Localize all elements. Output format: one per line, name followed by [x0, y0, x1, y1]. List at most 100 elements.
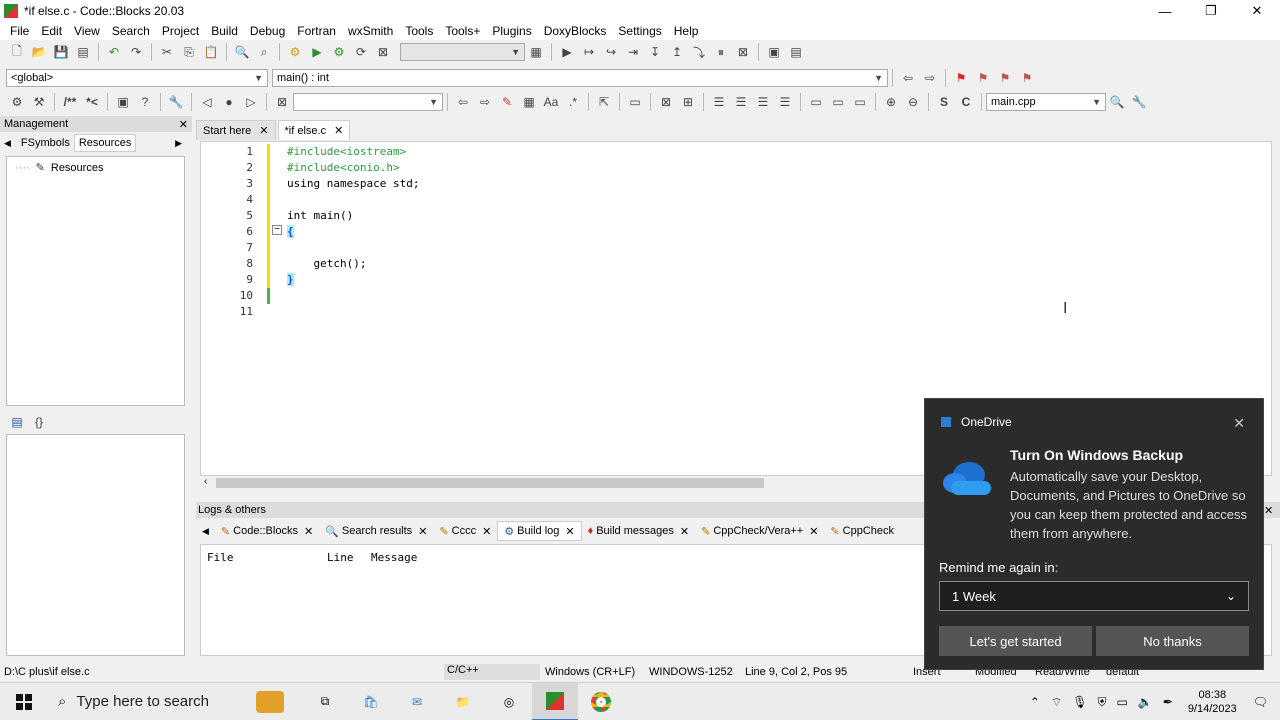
task-view-button[interactable]: ⧉	[302, 683, 348, 720]
defender-icon[interactable]: ⛨	[1097, 695, 1106, 710]
fold-marker-icon[interactable]: −	[272, 225, 282, 235]
tab-codeblocks-log[interactable]: ✎ Code::Blocks ✕	[215, 521, 319, 541]
menu-file[interactable]: File	[4, 24, 35, 38]
menu-help[interactable]: Help	[668, 24, 705, 38]
menu-doxyblocks[interactable]: DoxyBlocks	[538, 24, 613, 38]
symbols-pane[interactable]	[6, 434, 185, 656]
pause-icon[interactable]: ⏸	[712, 43, 730, 61]
tab-close-icon[interactable]: ✕	[334, 124, 343, 137]
stop-debug-icon[interactable]: ⊠	[734, 43, 752, 61]
battery-icon[interactable]: ▭	[1116, 695, 1127, 709]
notification-center-icon[interactable]: 🗨	[1253, 695, 1268, 709]
prev-bookmark-nav-icon[interactable]: ◁	[198, 93, 216, 111]
taskbar-search-box[interactable]: ⌕ Type here to search	[48, 683, 238, 720]
explorer-app[interactable]: 📁	[440, 683, 486, 720]
layout1-icon[interactable]: ☰	[710, 93, 728, 111]
jump-forward-icon[interactable]: ⇨	[921, 69, 939, 87]
doxy-wizard-icon[interactable]: ⚙	[8, 93, 26, 111]
close-window-button[interactable]: ✕	[1234, 0, 1280, 22]
jump-back-icon[interactable]: ⇦	[899, 69, 917, 87]
tab-resources[interactable]: Resources	[73, 134, 137, 152]
tree-item-resources[interactable]: ···· ✎ Resources	[7, 157, 184, 178]
scope-combo[interactable]: <global> ▼	[6, 69, 268, 87]
debug-windows-icon[interactable]: ▣	[765, 43, 783, 61]
tab-if-else-c[interactable]: *if else.c ✕	[277, 120, 351, 140]
block-comment-icon[interactable]: /**	[61, 93, 79, 111]
menu-tools-plus[interactable]: Tools+	[439, 24, 486, 38]
tab-close-icon[interactable]: ✕	[259, 124, 268, 137]
toggle-bookmark-icon[interactable]: ⚑	[952, 69, 970, 87]
no-thanks-button[interactable]: No thanks	[1096, 626, 1249, 656]
next-line-icon[interactable]: ↪	[602, 43, 620, 61]
info-icon[interactable]: ▤	[787, 43, 805, 61]
store-app[interactable]: 🛍	[348, 683, 394, 720]
prev-bookmark-icon[interactable]: ⚑	[974, 69, 992, 87]
doxy-extract-icon[interactable]: ⚒	[30, 93, 48, 111]
menu-build[interactable]: Build	[205, 24, 244, 38]
search-prev-icon[interactable]: ⇦	[454, 93, 472, 111]
menu-tools[interactable]: Tools	[399, 24, 439, 38]
remind-dropdown[interactable]: 1 Week ⌄	[939, 581, 1249, 611]
menu-edit[interactable]: Edit	[35, 24, 68, 38]
open-icon[interactable]: 📂	[30, 43, 48, 61]
html-icon[interactable]: ▣	[114, 93, 132, 111]
shape1-icon[interactable]: ▭	[807, 93, 825, 111]
run-to-cursor-icon[interactable]: ↦	[580, 43, 598, 61]
tab-search-results[interactable]: 🔍 Search results ✕	[319, 521, 433, 541]
layout2-icon[interactable]: ☰	[732, 93, 750, 111]
start-button[interactable]	[0, 683, 48, 720]
resources-tree[interactable]: ···· ✎ Resources	[6, 156, 185, 406]
mail-app[interactable]: ✉	[394, 683, 440, 720]
menu-search[interactable]: Search	[106, 24, 156, 38]
find-icon[interactable]: 🔍	[233, 43, 251, 61]
volume-icon[interactable]: 🔈	[1138, 695, 1153, 709]
shape3-icon[interactable]: ▭	[851, 93, 869, 111]
save-all-icon[interactable]: ▤	[74, 43, 92, 61]
tabs-scroll-right-icon[interactable]: ▶	[175, 138, 182, 149]
build-gear-icon[interactable]: ⚙	[286, 43, 304, 61]
debug-start-icon[interactable]: ▶	[558, 43, 576, 61]
run-icon[interactable]: ▶	[308, 43, 326, 61]
tab-cccc[interactable]: ✎ Cccc ✕	[433, 521, 497, 541]
cut-icon[interactable]: ✂	[158, 43, 176, 61]
selected-only-icon[interactable]: ▦	[520, 93, 538, 111]
menu-view[interactable]: View	[68, 24, 106, 38]
step-out-icon[interactable]: ↥	[668, 43, 686, 61]
regex-icon[interactable]: .*	[564, 93, 582, 111]
s-icon[interactable]: S	[935, 93, 953, 111]
search-icon[interactable]: 🔍	[1108, 93, 1126, 111]
settings-app[interactable]: ◎	[486, 683, 532, 720]
highlight-icon[interactable]: ✎	[498, 93, 516, 111]
minimize-button[interactable]: —	[1142, 0, 1188, 22]
box-icon[interactable]: ⊠	[657, 93, 675, 111]
chm-icon[interactable]: ?	[136, 93, 154, 111]
copy-icon[interactable]: ⎘	[180, 43, 198, 61]
line-comment-icon[interactable]: *<	[83, 93, 101, 111]
list-view-icon[interactable]: ▤	[8, 413, 26, 431]
maximize-button[interactable]: ❐	[1188, 0, 1234, 22]
undo-icon[interactable]: ↶	[105, 43, 123, 61]
search-next-icon[interactable]: ⇨	[476, 93, 494, 111]
clock[interactable]: 08:38 9/14/2023	[1188, 688, 1237, 716]
pen-icon[interactable]: ✒	[1163, 695, 1173, 709]
shape2-icon[interactable]: ▭	[829, 93, 847, 111]
tab-close-icon[interactable]: ✕	[304, 525, 313, 538]
lets-get-started-button[interactable]: Let's get started	[939, 626, 1092, 656]
next-instruction-icon[interactable]: ⇥	[624, 43, 642, 61]
new-file-icon[interactable]: 🗋	[8, 43, 26, 61]
next-bookmark-nav-icon[interactable]: ▷	[242, 93, 260, 111]
next-bookmark-icon[interactable]: ⚑	[996, 69, 1014, 87]
column-header-message[interactable]: Message	[371, 551, 417, 564]
clear-bookmarks-icon[interactable]: ⚑	[1018, 69, 1036, 87]
tab-close-icon[interactable]: ✕	[680, 525, 689, 538]
codeblocks-app[interactable]	[532, 682, 578, 720]
build-target-combo[interactable]: ▼	[400, 43, 525, 61]
tab-close-icon[interactable]: ✕	[809, 525, 818, 538]
clear-search-icon[interactable]: ⊠	[273, 93, 291, 111]
tray-chevron-icon[interactable]: ⌃	[1030, 695, 1040, 709]
step-instruction-icon[interactable]: ⤵	[690, 43, 708, 61]
column-header-file[interactable]: File	[207, 551, 327, 564]
match-case-icon[interactable]: Aa	[542, 93, 560, 111]
replace-icon[interactable]: ⌕	[255, 43, 273, 61]
abort-icon[interactable]: ⊠	[374, 43, 392, 61]
